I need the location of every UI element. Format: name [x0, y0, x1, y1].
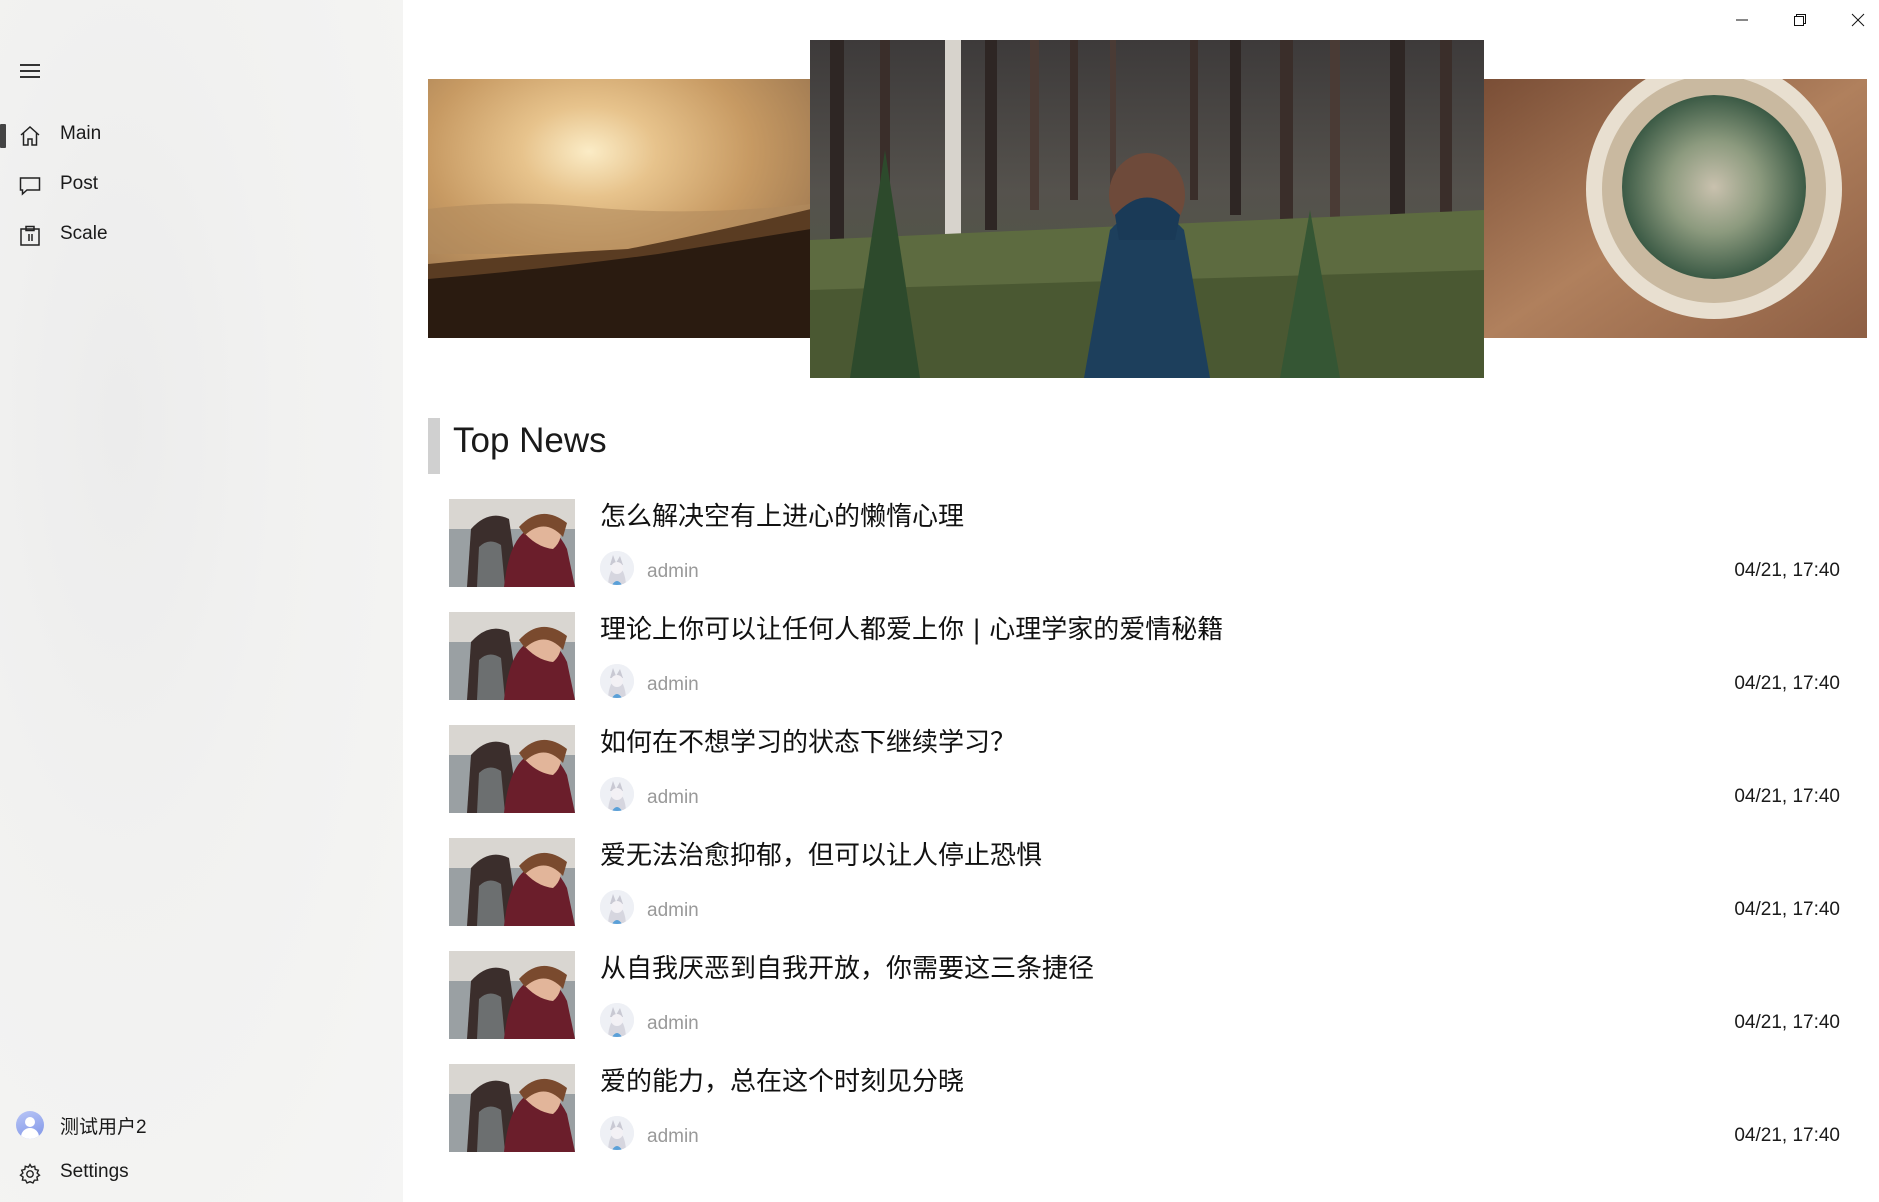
nav-item-label: Main: [60, 123, 102, 144]
comment-icon: [19, 177, 41, 196]
news-title: 如何在不想学习的状态下继续学习？: [600, 728, 1017, 758]
gear-icon: [19, 1163, 41, 1184]
news-timestamp: 04/21, 17:40: [1734, 899, 1840, 920]
nav-item-label: Post: [60, 173, 99, 194]
news-author: admin: [647, 561, 699, 582]
author-avatar: [600, 777, 634, 811]
user-name: 测试用户2: [60, 1117, 147, 1138]
close-button[interactable]: [1829, 0, 1879, 40]
author-avatar: [600, 890, 634, 924]
news-thumbnail: [449, 499, 575, 587]
news-title: 理论上你可以让任何人都爱上你 | 心理学家的爱情秘籍: [600, 615, 1224, 645]
news-author: admin: [647, 787, 699, 808]
news-thumbnail: [449, 1064, 575, 1152]
selection-indicator: [0, 124, 6, 148]
user-account-item[interactable]: 测试用户2: [0, 1101, 403, 1147]
news-author: admin: [647, 1126, 699, 1147]
news-item[interactable]: 怎么解决空有上进心的懒惰心理 admin 04/21, 17:40: [449, 499, 1849, 589]
settings-label: Settings: [60, 1161, 129, 1182]
news-item[interactable]: 如何在不想学习的状态下继续学习？ admin 04/21, 17:40: [449, 725, 1849, 815]
restore-icon: [1794, 14, 1806, 26]
news-timestamp: 04/21, 17:40: [1734, 560, 1840, 581]
news-title: 从自我厌恶到自我开放，你需要这三条捷径: [600, 954, 1095, 984]
author-avatar: [600, 1003, 634, 1037]
carousel-slide-cactus[interactable]: [1484, 79, 1867, 338]
author-avatar: [600, 1116, 634, 1150]
news-timestamp: 04/21, 17:40: [1734, 673, 1840, 694]
news-timestamp: 04/21, 17:40: [1734, 1125, 1840, 1146]
minimize-button[interactable]: [1713, 0, 1771, 40]
hamburger-menu-icon[interactable]: [14, 55, 46, 87]
sunset-mountain-photo: [428, 79, 811, 338]
close-icon: [1851, 13, 1865, 27]
nav-item-scale[interactable]: Scale: [0, 212, 403, 258]
author-avatar: [600, 664, 634, 698]
carousel-slide-sunset[interactable]: [428, 79, 811, 338]
news-item[interactable]: 从自我厌恶到自我开放，你需要这三条捷径 admin 04/21, 17:40: [449, 951, 1849, 1041]
news-timestamp: 04/21, 17:40: [1734, 786, 1840, 807]
news-item[interactable]: 爱的能力，总在这个时刻见分晓 admin 04/21, 17:40: [449, 1064, 1849, 1154]
nav-item-settings[interactable]: Settings: [0, 1150, 403, 1196]
news-item[interactable]: 理论上你可以让任何人都爱上你 | 心理学家的爱情秘籍 admin 04/21, 1…: [449, 612, 1849, 702]
home-icon: [20, 125, 40, 146]
carousel-slide-forest[interactable]: [810, 40, 1484, 378]
minimize-icon: [1736, 19, 1748, 21]
user-avatar: [16, 1111, 44, 1139]
news-thumbnail: [449, 612, 575, 700]
clipboard-icon: [20, 225, 40, 246]
forest-woman-photo: [810, 40, 1484, 378]
restore-button[interactable]: [1771, 0, 1829, 40]
news-thumbnail: [449, 951, 575, 1039]
author-avatar: [600, 551, 634, 585]
nav-item-main[interactable]: Main: [0, 112, 403, 158]
nav-item-label: Scale: [60, 223, 108, 244]
news-timestamp: 04/21, 17:40: [1734, 1012, 1840, 1033]
section-title: Top News: [453, 421, 607, 460]
cactus-pot-photo: [1484, 79, 1867, 338]
section-accent-bar: [428, 418, 440, 474]
news-author: admin: [647, 900, 699, 921]
news-item[interactable]: 爱无法治愈抑郁，但可以让人停止恐惧 admin 04/21, 17:40: [449, 838, 1849, 928]
nav-item-post[interactable]: Post: [0, 162, 403, 208]
news-thumbnail: [449, 838, 575, 926]
news-author: admin: [647, 674, 699, 695]
news-thumbnail: [449, 725, 575, 813]
news-author: admin: [647, 1013, 699, 1034]
news-title: 爱无法治愈抑郁，但可以让人停止恐惧: [600, 841, 1043, 871]
navigation-pane: Main Post Scale 测试用户2 Settings: [0, 0, 403, 1202]
news-title: 爱的能力，总在这个时刻见分晓: [600, 1067, 965, 1097]
news-title: 怎么解决空有上进心的懒惰心理: [600, 502, 965, 532]
